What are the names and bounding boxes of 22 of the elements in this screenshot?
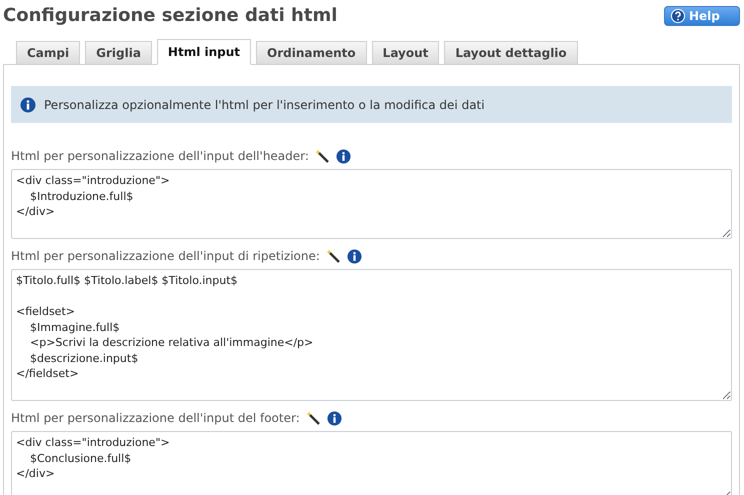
info-icon (20, 96, 36, 112)
field-label: Html per personalizzazione dell'input dell'header: (11, 149, 309, 163)
tab[interactable]: Html input (156, 39, 252, 65)
tab[interactable]: Campi (16, 41, 80, 65)
info-icon (346, 248, 362, 264)
html-textarea[interactable]: $Titolo.full$ $Titolo.label$ $Titolo.input$ <fieldset> $Immagine.full$ <p>Scrivi la descrizione relativa all'immagine</p> $descrizione.input$ </fieldset> (11, 269, 732, 401)
page-title: Configurazione sezione dati html (3, 5, 338, 26)
info-icon (326, 410, 342, 426)
field-label: Html per personalizzazione dell'input del footer: (11, 411, 300, 425)
magic-wand-icon[interactable] (314, 148, 330, 164)
info-icon (336, 148, 351, 164)
html-textarea[interactable]: <div class="introduzione"> $Conclusione.full$ </div> (11, 431, 732, 495)
magic-wand-icon[interactable] (326, 248, 341, 264)
tab[interactable]: Ordinamento (256, 41, 367, 65)
html-textarea[interactable]: <div class="introduzione"> $Introduzione.full$ </div> (11, 169, 732, 239)
magic-wand-icon[interactable] (306, 410, 321, 426)
question-icon (671, 8, 685, 22)
tab[interactable]: Layout (372, 41, 440, 65)
info-text: Personalizza opzionalmente l'html per l'inserimento o la modifica dei dati (44, 98, 485, 112)
tab[interactable]: Layout dettaglio (444, 41, 578, 65)
field-label: Html per personalizzazione dell'input di ripetizione: (11, 249, 320, 263)
tab[interactable]: Griglia (85, 41, 152, 65)
